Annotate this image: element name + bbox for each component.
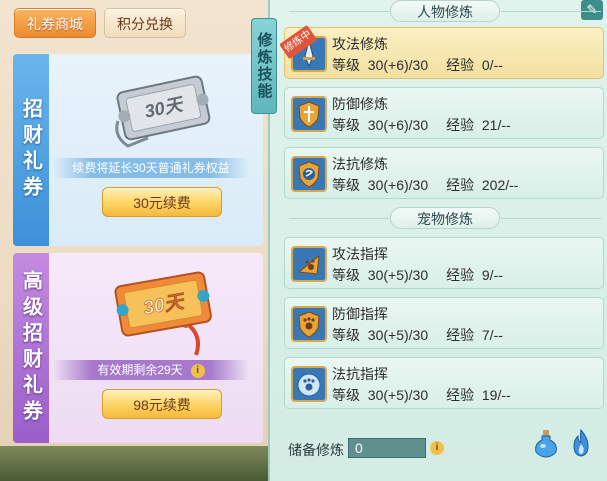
section-title-pet: 宠物修炼 [289, 207, 601, 229]
skill-stats: 等级 30(+5)/30 经验 19/-- [332, 385, 511, 405]
exp-label: 经验 [446, 327, 475, 343]
silver-voucher-icon: 30天 [108, 66, 218, 161]
level-value: 30(+5)/30 [367, 387, 429, 403]
level-label: 等级 [332, 117, 360, 133]
voucher-card-premium: 高级招财礼券 30天 有效期剩余29天 i 98元续费 [13, 253, 263, 443]
paw-attack-icon [291, 246, 327, 282]
tab-points-exchange[interactable]: 积分兑换 [104, 8, 186, 38]
reserve-cultivation-label: 储备修炼 [288, 442, 344, 458]
voucher-card-basic: 招财礼券 30天 续费将延长30天普通礼券权益 30元续费 [13, 54, 263, 246]
exp-value: 0/-- [481, 57, 503, 73]
skill-stats: 等级 30(+6)/30 经验 0/-- [332, 55, 503, 75]
skill-row-pet-attack[interactable]: 攻法指挥 等级 30(+5)/30 经验 9/-- [284, 237, 604, 289]
skill-name: 法抗修炼 [332, 156, 388, 172]
remaining-days-text: 有效期剩余29天 [97, 363, 183, 377]
level-label: 等级 [332, 387, 360, 403]
level-label: 等级 [332, 267, 360, 283]
section-title-character: 人物修炼 [289, 0, 601, 22]
info-icon[interactable]: i [430, 441, 444, 455]
magic-shield-icon [291, 156, 327, 192]
level-label: 等级 [332, 327, 360, 343]
gold-voucher-icon: 30天 [108, 263, 218, 364]
skill-stats: 等级 30(+6)/30 经验 202/-- [332, 175, 518, 195]
skill-row-pet-resist[interactable]: 法抗指挥 等级 30(+5)/30 经验 19/-- [284, 357, 604, 409]
exp-label: 经验 [446, 267, 475, 283]
exp-label: 经验 [446, 387, 475, 403]
level-value: 30(+6)/30 [367, 57, 429, 73]
skill-row-pet-defense[interactable]: 防御指挥 等级 30(+5)/30 经验 7/-- [284, 297, 604, 349]
tab-cultivation-skills[interactable]: 修炼技能 [251, 18, 277, 114]
cultivation-panel: 修炼技能 ✎ 人物修炼 修炼中 攻法修炼 等级 30(+6)/30 经验 0/--… [251, 0, 607, 481]
blue-flame-icon[interactable] [568, 428, 594, 463]
reserve-cultivation-value: 0 [348, 438, 426, 458]
skill-row-defense-cultivation[interactable]: 防御修炼 等级 30(+6)/30 经验 21/-- [284, 87, 604, 139]
skill-row-attack-cultivation[interactable]: 修炼中 攻法修炼 等级 30(+6)/30 经验 0/-- [279, 24, 604, 79]
renew-30-button[interactable]: 30元续费 [102, 187, 222, 217]
skill-name: 攻法指挥 [332, 246, 388, 262]
tab-voucher-mall[interactable]: 礼券商城 [14, 8, 96, 38]
scenery-background [0, 446, 268, 481]
level-label: 等级 [332, 57, 360, 73]
exp-label: 经验 [446, 57, 475, 73]
shield-icon [291, 96, 327, 132]
skill-name: 防御指挥 [332, 306, 388, 322]
exp-value: 202/-- [481, 177, 519, 193]
skill-stats: 等级 30(+5)/30 经验 7/-- [332, 325, 503, 345]
level-value: 30(+6)/30 [367, 117, 429, 133]
exp-value: 21/-- [481, 117, 511, 133]
skill-name: 法抗指挥 [332, 366, 388, 382]
voucher-card-title: 高级招财礼券 [13, 253, 49, 443]
level-value: 30(+6)/30 [367, 177, 429, 193]
skill-row-resist-cultivation[interactable]: 法抗修炼 等级 30(+6)/30 经验 202/-- [284, 147, 604, 199]
skill-stats: 等级 30(+5)/30 经验 9/-- [332, 265, 503, 285]
level-value: 30(+5)/30 [367, 267, 429, 283]
voucher-info-text: 续费将延长30天普通礼券权益 [53, 158, 249, 178]
renew-98-button[interactable]: 98元续费 [102, 389, 222, 419]
skill-name: 攻法修炼 [332, 36, 388, 52]
voucher-shop-panel: 礼券商城 积分兑换 招财礼券 30天 续费将延长30天普通礼券权益 30元续费 … [0, 0, 268, 481]
potion-icon[interactable] [532, 428, 560, 463]
exp-value: 19/-- [481, 387, 511, 403]
voucher-card-title: 招财礼券 [13, 54, 49, 246]
edit-icon[interactable]: ✎ [581, 0, 603, 20]
exp-value: 9/-- [481, 267, 503, 283]
paw-resist-icon [291, 366, 327, 402]
paw-defense-icon [291, 306, 327, 342]
shop-tabs: 礼券商城 积分兑换 [14, 8, 186, 38]
skill-stats: 等级 30(+6)/30 经验 21/-- [332, 115, 511, 135]
level-value: 30(+5)/30 [367, 327, 429, 343]
skill-name: 防御修炼 [332, 96, 388, 112]
info-icon[interactable]: i [190, 363, 205, 378]
voucher-info-text: 有效期剩余29天 i [53, 360, 249, 380]
exp-label: 经验 [446, 117, 475, 133]
exp-label: 经验 [446, 177, 475, 193]
exp-value: 7/-- [481, 327, 503, 343]
level-label: 等级 [332, 177, 360, 193]
